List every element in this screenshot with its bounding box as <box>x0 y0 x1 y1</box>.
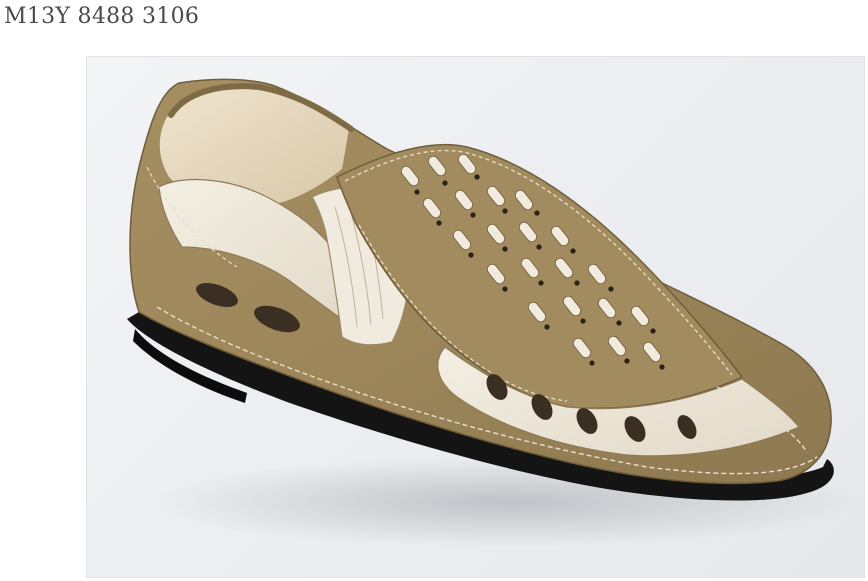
product-photo[interactable] <box>86 56 865 578</box>
shoe-illustration <box>127 78 864 547</box>
product-code: M13Y 8488 3106 <box>4 4 200 29</box>
